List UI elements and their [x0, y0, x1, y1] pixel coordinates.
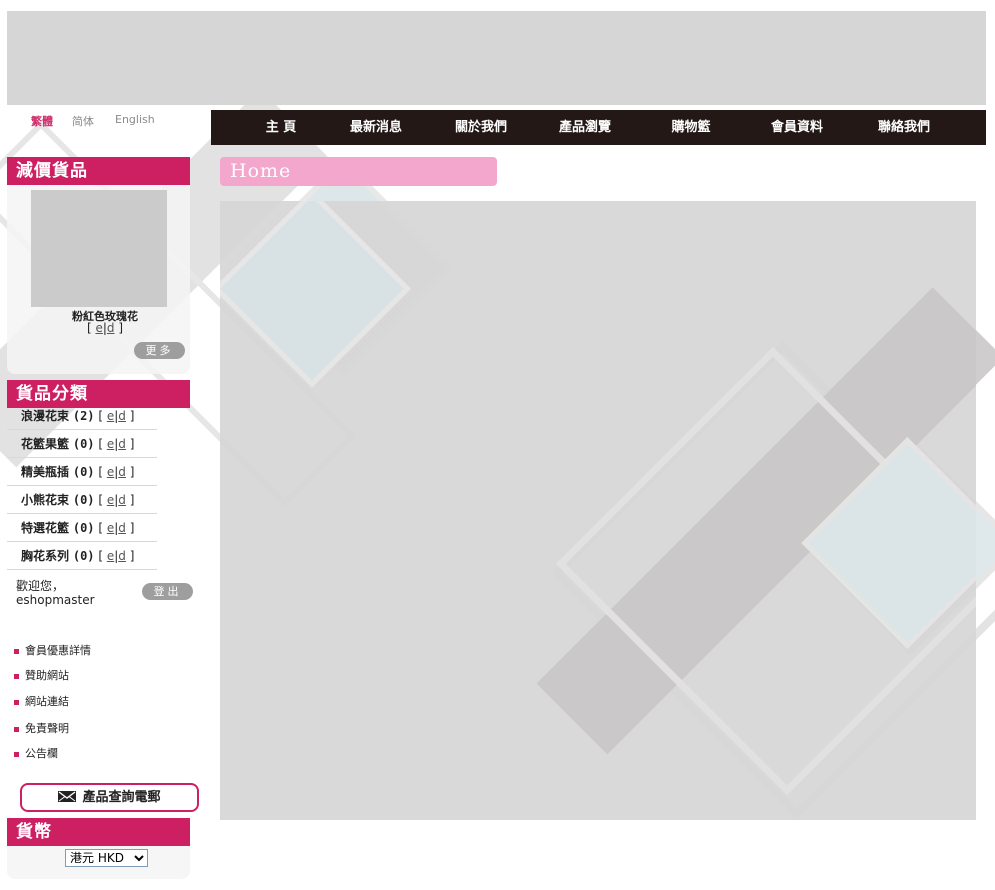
promo-edit-links: [ e|d ] — [86, 321, 124, 335]
bullet-icon — [14, 648, 19, 654]
category-edit-link[interactable]: e — [107, 549, 114, 563]
lang-english[interactable]: English — [115, 113, 155, 126]
category-item: 花籃果籃 (0) [ e|d ] — [7, 431, 157, 458]
category-delete-link[interactable]: d — [118, 409, 126, 423]
bullet-icon — [14, 673, 19, 679]
link-member-offers[interactable]: 會員優惠詳情 — [14, 642, 91, 658]
category-link[interactable]: 特選花籃 — [21, 521, 69, 535]
link-label: 贊助網站 — [25, 669, 69, 682]
category-item: 特選花籃 (0) [ e|d ] — [7, 515, 157, 542]
bullet-icon — [14, 699, 19, 705]
category-delete-link[interactable]: d — [118, 549, 126, 563]
nav-products[interactable]: 產品瀏覽 — [545, 110, 625, 145]
category-count: (2) — [72, 409, 95, 423]
logout-button[interactable]: 登出 — [142, 583, 193, 600]
category-count: (0) — [72, 465, 95, 479]
link-label: 免責聲明 — [25, 722, 69, 735]
nav-about[interactable]: 關於我們 — [441, 110, 521, 145]
promo-header: 減價貨品 — [7, 157, 190, 185]
category-delete-link[interactable]: d — [118, 521, 126, 535]
enquiry-button-label: 產品查詢電郵 — [82, 790, 161, 805]
category-edit-link[interactable]: e — [107, 437, 114, 451]
more-button[interactable]: 更多 — [134, 342, 185, 359]
lang-traditional[interactable]: 繁體 — [31, 113, 53, 129]
category-item: 小熊花束 (0) [ e|d ] — [7, 487, 157, 514]
envelope-icon — [58, 791, 77, 802]
nav-contact[interactable]: 聯絡我們 — [864, 110, 944, 145]
nav-news[interactable]: 最新消息 — [336, 110, 416, 145]
link-sponsors[interactable]: 贊助網站 — [14, 667, 69, 683]
product-enquiry-email-button[interactable]: 產品查詢電郵 — [20, 783, 199, 812]
category-edit-link[interactable]: e — [107, 493, 114, 507]
content-area — [220, 201, 976, 820]
promo-product-image[interactable] — [31, 190, 167, 307]
category-edit-link[interactable]: e — [107, 465, 114, 479]
currency-header: 貨幣 — [7, 818, 190, 846]
category-item: 浪漫花束 (2) [ e|d ] — [7, 403, 157, 430]
category-delete-link[interactable]: d — [118, 465, 126, 479]
language-switcher: 繁體 简体 English — [7, 111, 210, 131]
header-banner — [7, 11, 986, 105]
welcome-text: 歡迎您， eshopmaster — [16, 579, 126, 607]
main-nav: 主 頁 最新消息 關於我們 產品瀏覽 購物籃 會員資料 聯絡我們 — [211, 110, 986, 145]
category-link[interactable]: 精美瓶插 — [21, 465, 69, 479]
welcome-label: 歡迎您， — [16, 579, 65, 593]
link-label: 會員優惠詳情 — [25, 644, 91, 657]
nav-home[interactable]: 主 頁 — [241, 110, 321, 145]
username: eshopmaster — [16, 593, 95, 607]
promo-edit-link[interactable]: e — [95, 321, 102, 335]
nav-member[interactable]: 會員資料 — [757, 110, 837, 145]
link-label: 公告欄 — [25, 747, 58, 760]
category-count: (0) — [72, 493, 95, 507]
category-edit-link[interactable]: e — [107, 409, 114, 423]
promo-delete-link[interactable]: d — [107, 321, 115, 335]
category-delete-link[interactable]: d — [118, 493, 126, 507]
category-edit-link[interactable]: e — [107, 521, 114, 535]
link-noticeboard[interactable]: 公告欄 — [14, 745, 58, 761]
link-label: 網站連結 — [25, 695, 69, 708]
link-disclaimer[interactable]: 免責聲明 — [14, 720, 69, 736]
category-count: (0) — [72, 437, 95, 451]
bullet-icon — [14, 751, 19, 757]
category-count: (0) — [72, 521, 95, 535]
category-delete-link[interactable]: d — [118, 437, 126, 451]
page-title: Home — [220, 157, 497, 186]
category-link[interactable]: 花籃果籃 — [21, 437, 69, 451]
category-item: 胸花系列 (0) [ e|d ] — [7, 543, 157, 570]
category-link[interactable]: 小熊花束 — [21, 493, 69, 507]
bullet-icon — [14, 726, 19, 732]
category-item: 精美瓶插 (0) [ e|d ] — [7, 459, 157, 486]
link-websites[interactable]: 網站連結 — [14, 693, 69, 709]
category-count: (0) — [72, 549, 95, 563]
currency-select[interactable]: 港元 HKD — [65, 849, 148, 867]
category-link[interactable]: 浪漫花束 — [21, 409, 69, 423]
lang-simplified[interactable]: 简体 — [72, 113, 94, 129]
content-decoration — [220, 201, 976, 796]
category-link[interactable]: 胸花系列 — [21, 549, 69, 563]
nav-cart[interactable]: 購物籃 — [651, 110, 731, 145]
